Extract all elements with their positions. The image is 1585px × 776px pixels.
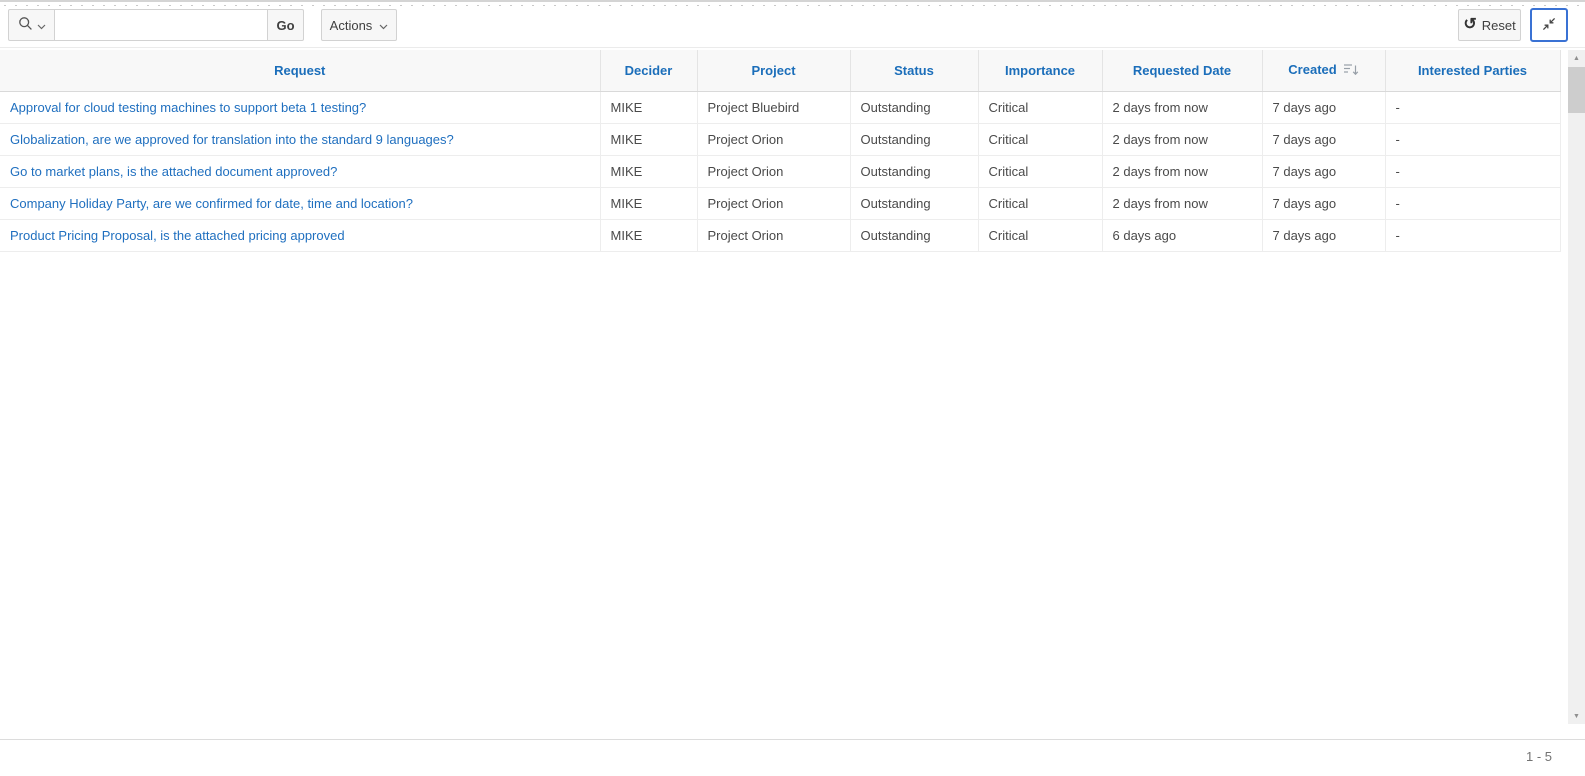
request-link[interactable]: Globalization, are we approved for trans… — [10, 132, 454, 147]
search-options-button[interactable] — [8, 9, 55, 41]
vertical-scrollbar[interactable]: ▲ ▼ — [1568, 50, 1585, 724]
restore-region-button[interactable] — [1530, 8, 1568, 42]
cell-status: Outstanding — [850, 187, 978, 219]
request-link[interactable]: Go to market plans, is the attached docu… — [10, 164, 337, 179]
search-input[interactable] — [54, 9, 268, 41]
cell-requested-date: 2 days from now — [1102, 123, 1262, 155]
cell-request: Company Holiday Party, are we confirmed … — [0, 187, 600, 219]
cell-importance: Critical — [978, 219, 1102, 251]
table-row: Go to market plans, is the attached docu… — [0, 155, 1560, 187]
report-footer: 1 - 5 — [0, 739, 1585, 776]
cell-importance: Critical — [978, 123, 1102, 155]
column-header-label: Created — [1288, 62, 1336, 77]
column-header-request[interactable]: Request — [0, 50, 600, 91]
cell-importance: Critical — [978, 155, 1102, 187]
column-header-label: Project — [751, 63, 795, 78]
cell-created: 7 days ago — [1262, 155, 1385, 187]
cell-status: Outstanding — [850, 155, 978, 187]
sort-descending-icon — [1343, 64, 1359, 79]
cell-interested-parties: - — [1385, 91, 1560, 123]
request-link[interactable]: Company Holiday Party, are we confirmed … — [10, 196, 413, 211]
table-row: Globalization, are we approved for trans… — [0, 123, 1560, 155]
region-focus-outline — [4, 5, 1581, 6]
table-header-row: Request Decider Project Status Importanc… — [0, 50, 1560, 91]
cell-created: 7 days ago — [1262, 91, 1385, 123]
reset-button-label: Reset — [1482, 18, 1516, 33]
chevron-down-icon — [379, 18, 388, 33]
cell-project: Project Orion — [697, 155, 850, 187]
cell-created: 7 days ago — [1262, 219, 1385, 251]
scroll-up-button[interactable]: ▲ — [1568, 50, 1585, 66]
cell-project: Project Orion — [697, 187, 850, 219]
chevron-down-icon — [37, 18, 46, 33]
cell-requested-date: 2 days from now — [1102, 155, 1262, 187]
cell-project: Project Orion — [697, 219, 850, 251]
column-header-interested-parties[interactable]: Interested Parties — [1385, 50, 1560, 91]
cell-request: Product Pricing Proposal, is the attache… — [0, 219, 600, 251]
column-header-label: Status — [894, 63, 934, 78]
cell-status: Outstanding — [850, 91, 978, 123]
column-header-created[interactable]: Created — [1262, 50, 1385, 91]
interactive-report-page: { "toolbar": { "search": { "value": "", … — [0, 0, 1585, 774]
cell-interested-parties: - — [1385, 155, 1560, 187]
cell-interested-parties: - — [1385, 123, 1560, 155]
cell-requested-date: 2 days from now — [1102, 91, 1262, 123]
cell-status: Outstanding — [850, 219, 978, 251]
cell-created: 7 days ago — [1262, 187, 1385, 219]
cell-request: Go to market plans, is the attached docu… — [0, 155, 600, 187]
cell-importance: Critical — [978, 187, 1102, 219]
column-header-label: Interested Parties — [1418, 63, 1527, 78]
column-header-label: Importance — [1005, 63, 1075, 78]
cell-status: Outstanding — [850, 123, 978, 155]
column-header-importance[interactable]: Importance — [978, 50, 1102, 91]
column-header-label: Request — [274, 63, 325, 78]
interactive-report-table: Request Decider Project Status Importanc… — [0, 50, 1561, 252]
column-header-status[interactable]: Status — [850, 50, 978, 91]
column-header-project[interactable]: Project — [697, 50, 850, 91]
column-header-label: Decider — [625, 63, 673, 78]
report-toolbar: Go Actions ↺ Reset — [0, 2, 1585, 48]
cell-request: Approval for cloud testing machines to s… — [0, 91, 600, 123]
actions-menu-button[interactable]: Actions — [321, 9, 397, 41]
scrollbar-thumb[interactable] — [1568, 67, 1585, 113]
cell-requested-date: 2 days from now — [1102, 187, 1262, 219]
reset-icon: ↺ — [1463, 17, 1476, 33]
table-row: Product Pricing Proposal, is the attache… — [0, 219, 1560, 251]
cell-decider: MIKE — [600, 123, 697, 155]
cell-project: Project Bluebird — [697, 91, 850, 123]
cell-decider: MIKE — [600, 187, 697, 219]
cell-interested-parties: - — [1385, 219, 1560, 251]
reset-button[interactable]: ↺ Reset — [1458, 9, 1521, 41]
cell-interested-parties: - — [1385, 187, 1560, 219]
cell-created: 7 days ago — [1262, 123, 1385, 155]
cell-importance: Critical — [978, 91, 1102, 123]
cell-decider: MIKE — [600, 91, 697, 123]
cell-request: Globalization, are we approved for trans… — [0, 123, 600, 155]
table-row: Approval for cloud testing machines to s… — [0, 91, 1560, 123]
actions-button-label: Actions — [330, 18, 373, 33]
scroll-down-button[interactable]: ▼ — [1568, 708, 1585, 724]
column-header-decider[interactable]: Decider — [600, 50, 697, 91]
cell-requested-date: 6 days ago — [1102, 219, 1262, 251]
column-header-requested-date[interactable]: Requested Date — [1102, 50, 1262, 91]
search-bar: Go — [8, 9, 304, 41]
collapse-icon — [1541, 16, 1557, 35]
cell-project: Project Orion — [697, 123, 850, 155]
pagination-label: 1 - 5 — [1526, 749, 1552, 764]
cell-decider: MIKE — [600, 155, 697, 187]
cell-decider: MIKE — [600, 219, 697, 251]
table-row: Company Holiday Party, are we confirmed … — [0, 187, 1560, 219]
request-link[interactable]: Approval for cloud testing machines to s… — [10, 100, 366, 115]
column-header-label: Requested Date — [1133, 63, 1231, 78]
search-icon — [18, 16, 33, 34]
go-button[interactable]: Go — [267, 9, 304, 41]
request-link[interactable]: Product Pricing Proposal, is the attache… — [10, 228, 345, 243]
